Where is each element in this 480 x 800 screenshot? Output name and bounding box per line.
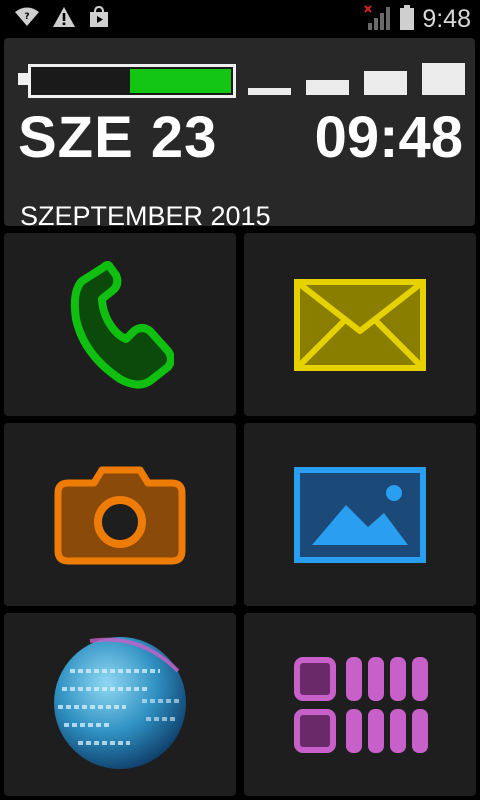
signal-bar-2 <box>306 80 349 95</box>
phone-icon <box>70 261 174 389</box>
gallery-tile[interactable] <box>244 423 476 606</box>
globe-icon <box>54 637 186 769</box>
battery-nub <box>18 73 28 85</box>
warning-icon <box>52 6 76 33</box>
signal-bar-1 <box>248 88 291 95</box>
browser-tile[interactable] <box>4 613 236 796</box>
day-label: SZE 23 <box>18 105 218 170</box>
signal-bar-4 <box>422 63 465 95</box>
svg-text:?: ? <box>24 12 29 22</box>
status-bar: ? 9:48 <box>0 0 480 36</box>
signal-bar-3 <box>364 71 407 95</box>
app-grid-icon <box>294 657 428 753</box>
battery-icon <box>398 5 416 36</box>
envelope-icon <box>294 279 426 371</box>
status-time: 9:48 <box>422 5 471 33</box>
clock-time: 09:48 <box>314 105 463 170</box>
wifi-question-icon: ? <box>14 6 40 33</box>
battery-fill <box>130 69 231 93</box>
picture-icon <box>294 467 426 563</box>
battery-body <box>28 64 236 98</box>
clock-widget[interactable]: SZE 23 09:48 SZEPTEMBER 2015 <box>4 38 475 231</box>
camera-tile[interactable] <box>4 423 236 606</box>
no-signal-icon <box>364 5 392 36</box>
home-screen: ? 9:48 SZE 23 09:48 SZEPTEMBER 2015 <box>0 0 480 800</box>
battery-level-indicator <box>18 64 236 98</box>
phone-tile[interactable] <box>4 233 236 416</box>
messages-tile[interactable] <box>244 233 476 416</box>
apps-tile[interactable] <box>244 613 476 796</box>
camera-icon <box>54 466 186 565</box>
store-bag-icon <box>88 5 110 33</box>
full-date: SZEPTEMBER 2015 <box>20 201 271 231</box>
